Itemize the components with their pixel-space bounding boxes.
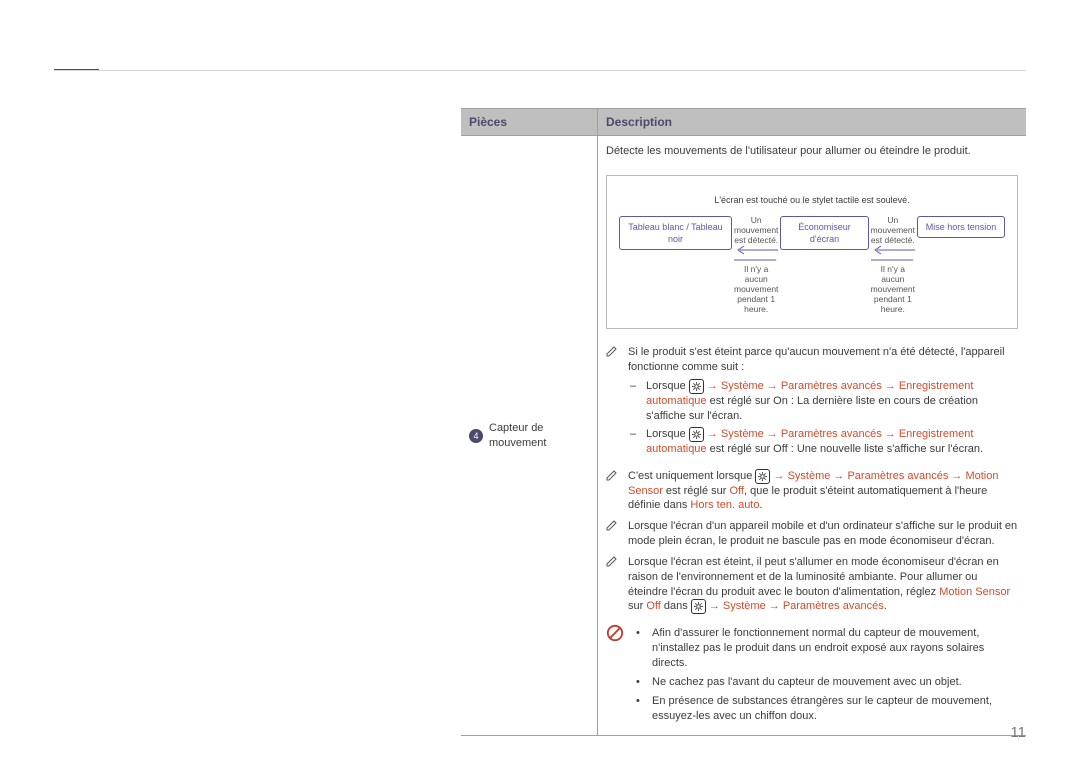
text-fragment: Lorsque: [646, 380, 689, 392]
diagram-state-poweroff: Mise hors tension: [917, 216, 1005, 238]
note-behavior-item-off: ‒ Lorsque → Système → Paramètres avancés…: [628, 427, 1018, 457]
arrow-left-icon: [871, 245, 915, 255]
part-description-cell: Détecte les mouvements de l'utilisateur …: [598, 136, 1027, 736]
text-fragment: .: [884, 600, 887, 612]
gear-icon: [689, 379, 704, 394]
arrow-left-icon: [734, 245, 778, 255]
parts-table: Pièces Description 4 Capteur de mouvemen…: [461, 108, 1026, 736]
bullet-icon: •: [636, 675, 644, 690]
off-label: Off: [730, 485, 744, 497]
prohibit-icon: [606, 622, 626, 727]
note-motion-sensor-off: C'est uniquement lorsque → Système → Par…: [606, 469, 1018, 514]
diagram-title: L'écran est touché ou le stylet tactile …: [617, 194, 1007, 206]
diagram-arrow-group-2: Un mouvement est détecté. Il n'y a aucun…: [869, 216, 917, 314]
state-diagram: L'écran est touché ou le stylet tactile …: [606, 175, 1018, 329]
page-number: 11: [1010, 723, 1026, 743]
gear-icon: [689, 427, 704, 442]
diagram-state-whiteboard: Tableau blanc / Tableau noir: [619, 216, 732, 250]
text-fragment: .: [759, 499, 762, 511]
content-table-wrapper: Pièces Description 4 Capteur de mouvemen…: [461, 108, 1026, 736]
part-number-badge: 4: [469, 429, 483, 443]
col-header-description: Description: [598, 109, 1027, 136]
text-fragment: dans: [661, 600, 691, 612]
caution-item: • Afin d'assurer le fonctionnement norma…: [636, 626, 1018, 671]
diagram-arrow-group-1: Un mouvement est détecté. Il n'y a aucun…: [732, 216, 780, 314]
arrow-caption-up-1: Un mouvement est détecté.: [734, 216, 778, 245]
table-header-row: Pièces Description: [461, 109, 1026, 136]
gear-icon: [691, 599, 706, 614]
note-behavior-item-on: ‒ Lorsque → Système → Paramètres avancés…: [628, 379, 1018, 424]
header-divider: [54, 70, 1026, 71]
text-fragment: Lorsque: [646, 428, 689, 440]
text-fragment: est réglé sur: [663, 485, 730, 497]
dash-icon: ‒: [628, 379, 638, 424]
note-behavior-lead: Si le produit s'est éteint parce qu'aucu…: [628, 345, 1018, 375]
bullet-icon: •: [636, 694, 644, 724]
note-fullscreen-text: Lorsque l'écran d'un appareil mobile et …: [628, 519, 1018, 549]
note-ambient-light: Lorsque l'écran est éteint, il peut s'al…: [606, 555, 1018, 615]
caution-item: • Ne cachez pas l'avant du capteur de mo…: [636, 675, 1018, 690]
arrow-caption-up-2: Un mouvement est détecté.: [871, 216, 915, 245]
pencil-icon: [606, 555, 620, 615]
pencil-icon: [606, 469, 620, 514]
note-behavior: Si le produit s'est éteint parce qu'aucu…: [606, 345, 1018, 462]
part-name: Capteur de mouvement: [489, 421, 589, 451]
caution-block: • Afin d'assurer le fonctionnement norma…: [606, 622, 1018, 727]
caution-item: • En présence de substances étrangères s…: [636, 694, 1018, 724]
off-label: Off: [646, 600, 660, 612]
dash-icon: ‒: [628, 427, 638, 457]
menu-path: → Système → Paramètres avancés: [706, 600, 884, 612]
arrow-caption-down-1: Il n'y a aucun mouvement pendant 1 heure…: [734, 265, 778, 314]
hors-ten-auto-label: Hors ten. auto: [690, 499, 759, 511]
description-intro: Détecte les mouvements de l'utilisateur …: [606, 144, 1018, 159]
diagram-state-screensaver: Économiseur d'écran: [780, 216, 868, 250]
pencil-icon: [606, 519, 620, 549]
caution-text: Afin d'assurer le fonctionnement normal …: [652, 626, 1018, 671]
caution-text: Ne cachez pas l'avant du capteur de mouv…: [652, 675, 962, 690]
text-fragment: est réglé sur Off : Une nouvelle liste s…: [707, 443, 983, 455]
bullet-icon: •: [636, 626, 644, 671]
table-row: 4 Capteur de mouvement Détecte les mouve…: [461, 136, 1026, 736]
text-fragment: sur: [628, 600, 646, 612]
text-fragment: C'est uniquement lorsque: [628, 470, 755, 482]
arrow-caption-down-2: Il n'y a aucun mouvement pendant 1 heure…: [871, 265, 915, 314]
caution-text: En présence de substances étrangères sur…: [652, 694, 1018, 724]
note-fullscreen: Lorsque l'écran d'un appareil mobile et …: [606, 519, 1018, 549]
col-header-pieces: Pièces: [461, 109, 598, 136]
pencil-icon: [606, 345, 620, 462]
part-name-cell: 4 Capteur de mouvement: [461, 136, 598, 736]
gear-icon: [755, 469, 770, 484]
motion-sensor-label: Motion Sensor: [939, 586, 1010, 598]
